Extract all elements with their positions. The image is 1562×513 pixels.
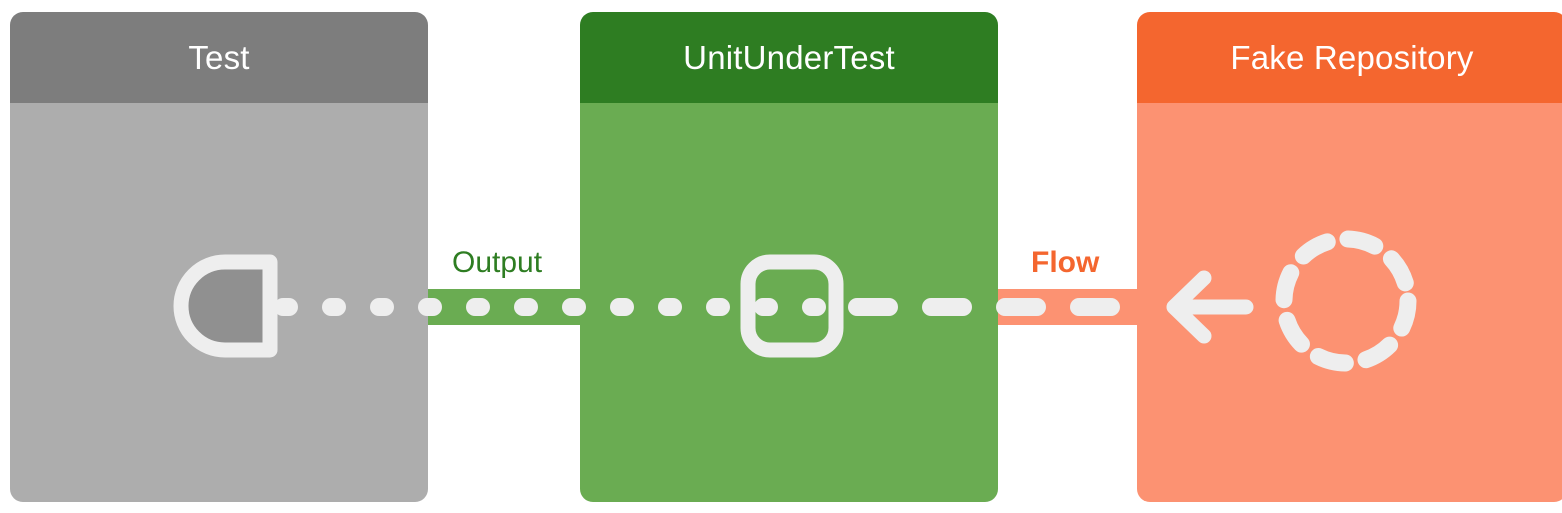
panel-test-header: Test	[10, 12, 428, 103]
connector-band-flow-dashes	[840, 289, 1138, 325]
band-dot	[418, 298, 442, 316]
band-dot	[514, 298, 538, 316]
panel-test-title: Test	[188, 38, 250, 76]
diagram-canvas: Test UnitUnderTest Fake Repository Outpu…	[0, 0, 1562, 513]
band-dot	[658, 298, 682, 316]
band-dot	[706, 298, 730, 316]
panel-fake-repository-header: Fake Repository	[1137, 12, 1562, 103]
band-dot	[370, 298, 394, 316]
band-dash	[922, 298, 972, 316]
band-dot	[322, 298, 346, 316]
edge-label-output: Output	[452, 246, 543, 279]
band-dot	[610, 298, 634, 316]
band-dash	[848, 298, 898, 316]
dashed-circle-icon	[1275, 230, 1417, 372]
panel-unit-under-test-title: UnitUnderTest	[683, 38, 895, 76]
band-dot	[466, 298, 490, 316]
edge-label-flow: Flow	[1031, 246, 1100, 279]
rounded-square-node-icon[interactable]	[734, 248, 848, 364]
panel-unit-under-test-header: UnitUnderTest	[580, 12, 998, 103]
band-dash	[996, 298, 1046, 316]
arrow-left-icon	[1166, 270, 1254, 344]
band-dash	[1070, 298, 1120, 316]
panel-fake-repository-title: Fake Repository	[1230, 38, 1474, 76]
band-dot	[562, 298, 586, 316]
half-capsule-endpoint-icon[interactable]	[170, 248, 282, 364]
